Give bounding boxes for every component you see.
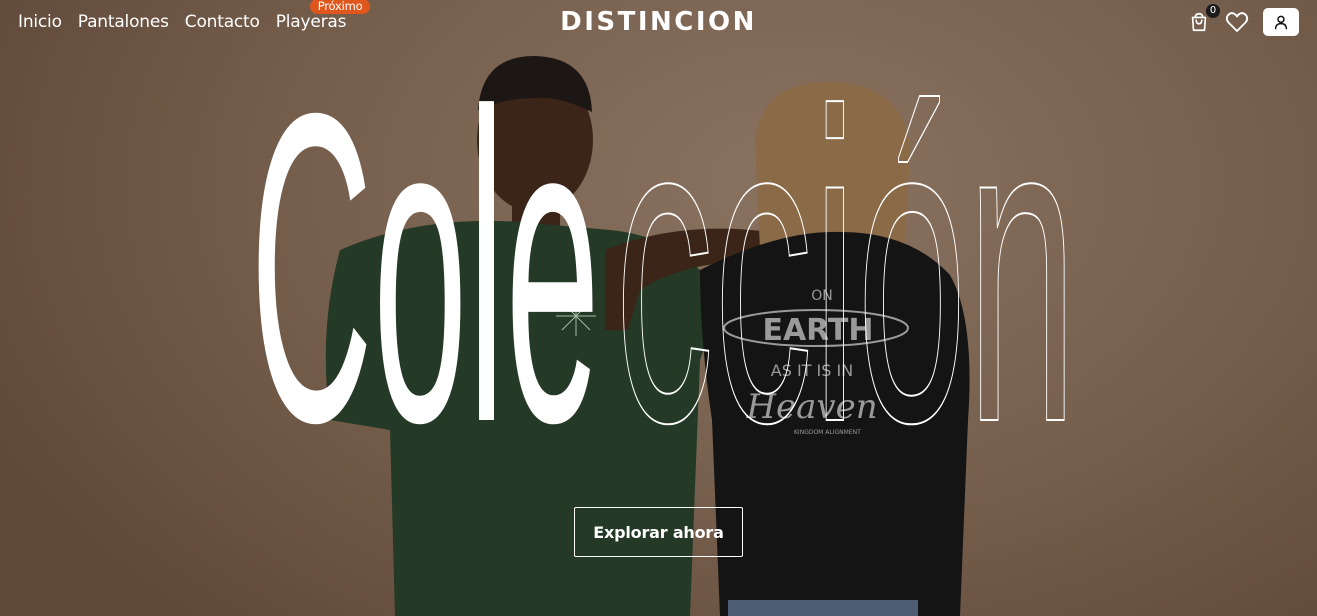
nav-item-playeras[interactable]: Playeras Próximo [275, 0, 371, 33]
nav-item-contacto[interactable]: Contacto [185, 11, 260, 33]
cart-count-badge: 0 [1206, 4, 1220, 18]
header-actions: 0 [1187, 4, 1299, 36]
right-model-hair [755, 81, 910, 250]
coming-soon-badge: Próximo [309, 0, 371, 14]
nav-item-pantalones[interactable]: Pantalones [78, 11, 169, 33]
shirt-print-line3: AS IT IS IN [771, 361, 853, 380]
account-button[interactable] [1263, 8, 1299, 36]
green-shirt-emblem [556, 296, 596, 336]
main-nav: Inicio Pantalones Contacto Playeras Próx… [18, 0, 371, 33]
user-icon [1274, 15, 1288, 30]
explore-now-button[interactable]: Explorar ahora [574, 507, 743, 557]
shirt-print-line2: EARTH [762, 313, 873, 348]
nav-item-inicio[interactable]: Inicio [18, 11, 62, 33]
shirt-print-line1: ON [811, 288, 833, 304]
wishlist-button[interactable] [1225, 10, 1249, 34]
heart-icon [1225, 12, 1249, 32]
right-model-jeans [728, 600, 918, 616]
cart-button[interactable]: 0 [1187, 4, 1220, 34]
nav-item-playeras-label: Playeras [275, 12, 347, 32]
brand-logo[interactable]: DISTINCION [560, 7, 757, 37]
shirt-print-line4: Heaven [745, 387, 877, 427]
shirt-print-small-left: KINGDOM ALIGNMENT [794, 429, 861, 436]
